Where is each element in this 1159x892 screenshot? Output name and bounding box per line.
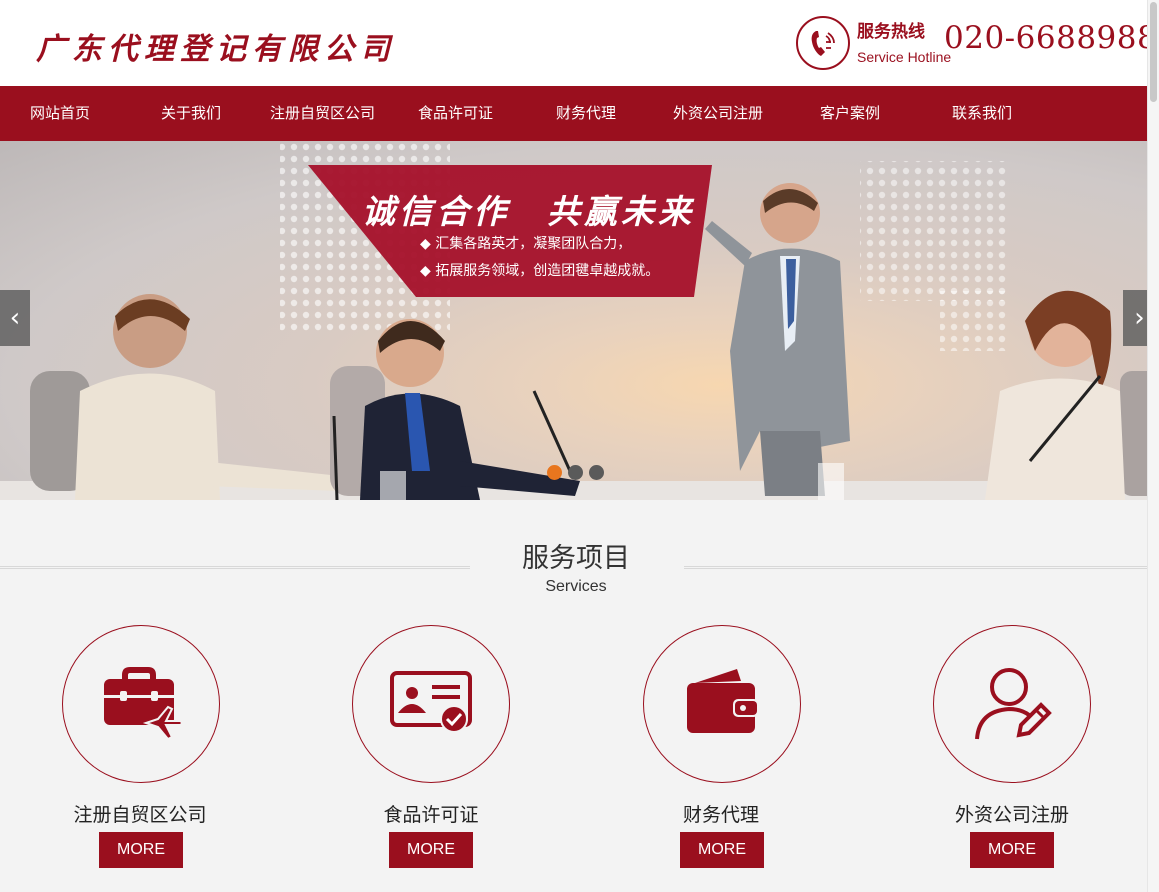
service-name: 外资公司注册 [954,804,1069,826]
nav-item-finance[interactable]: 财务代理 [556,86,616,141]
section-title: 服务项目 [522,543,630,574]
hero-banner: 诚信合作 共赢未来 ◆ 汇集各路英才，凝聚团队合力， ◆ 拓展服务领域，创造团毽… [0,141,1159,500]
service-card-food-license[interactable] [352,625,510,783]
service-name: 注册自贸区公司 [73,804,207,826]
nav-item-home[interactable]: 网站首页 [30,86,90,141]
carousel-dot-3[interactable] [589,465,604,480]
nav-item-food-license[interactable]: 食品许可证 [418,86,493,141]
service-name: 食品许可证 [383,804,479,826]
more-button[interactable]: MORE [970,832,1054,868]
page-scrollbar[interactable] [1147,0,1159,892]
hotline-number: 020-66889888 [944,20,1159,56]
main-nav: 网站首页 关于我们 注册自贸区公司 食品许可证 财务代理 外资公司注册 客户案例… [0,86,1159,141]
service-card-ftz-company[interactable] [62,625,220,783]
carousel-dot-2[interactable] [568,465,583,480]
hotline-label: 服务热线 [857,22,925,42]
more-button[interactable]: MORE [680,832,764,868]
license-card-icon [390,671,472,733]
nav-item-cases[interactable]: 客户案例 [820,86,880,141]
scrollbar-thumb[interactable] [1150,2,1157,102]
phone-icon [796,16,850,70]
user-edit-icon [975,668,1052,740]
nav-item-about[interactable]: 关于我们 [161,86,221,141]
banner-line-1: ◆ 汇集各路英才，凝聚团队合力， [420,236,632,252]
company-logo[interactable]: 广东代理登记有限公司 [36,24,396,68]
service-name: 财务代理 [682,804,759,826]
carousel-dot-1[interactable] [547,465,562,480]
site-header: 广东代理登记有限公司 服务热线 Service Hotline 020-6688… [0,0,1159,86]
service-card-finance[interactable] [643,625,801,783]
service-card-foreign-company[interactable] [933,625,1091,783]
nav-item-ftz-company[interactable]: 注册自贸区公司 [270,86,375,141]
more-button[interactable]: MORE [99,832,183,868]
banner-headline: 诚信合作 共赢未来 [362,192,695,231]
section-subtitle: Services [545,578,607,595]
nav-item-foreign-company[interactable]: 外资公司注册 [673,86,763,141]
nav-item-contact[interactable]: 联系我们 [952,86,1012,141]
banner-line-2: ◆ 拓展服务领域，创造团毽卓越成就。 [420,263,660,279]
hotline-label-en: Service Hotline [857,49,952,65]
wallet-icon [687,669,759,733]
more-button[interactable]: MORE [389,832,473,868]
briefcase-plane-icon [104,667,183,741]
carousel-prev-button[interactable]: ‹ [0,290,30,346]
